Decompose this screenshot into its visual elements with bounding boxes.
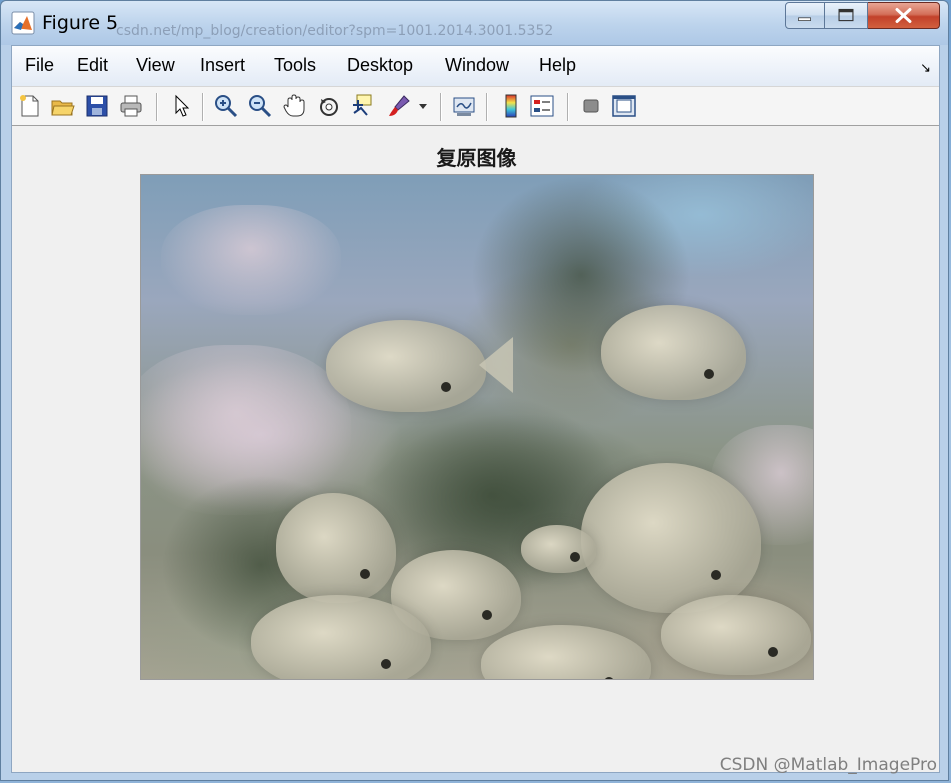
background-url-text: csdn.net/mp_blog/creation/editor?spm=100… [116, 23, 554, 39]
close-button[interactable] [868, 2, 940, 29]
minimize-icon [798, 17, 811, 21]
menu-window[interactable]: Window [445, 55, 509, 76]
title-bar[interactable]: Figure 5 csdn.net/mp_blog/creation/edito… [1, 1, 948, 45]
save-icon[interactable] [84, 93, 110, 119]
figure-window: Figure 5 csdn.net/mp_blog/creation/edito… [0, 0, 949, 781]
print-icon[interactable] [118, 93, 144, 119]
fish [481, 625, 651, 679]
menu-insert[interactable]: Insert [200, 55, 245, 76]
toolbar-separator [567, 93, 568, 121]
toolbar-separator [486, 93, 487, 121]
fish [521, 525, 596, 573]
zoom-out-icon[interactable] [247, 93, 273, 119]
menu-desktop[interactable]: Desktop [347, 55, 413, 76]
restored-image[interactable] [140, 174, 814, 680]
dock-arrow-icon[interactable]: ↘ [920, 60, 931, 76]
coral-rock [161, 205, 341, 315]
brush-dropdown-icon[interactable] [416, 93, 430, 119]
colorbar-icon[interactable] [498, 93, 524, 119]
maximize-button[interactable] [825, 2, 868, 29]
menu-file[interactable]: File [25, 55, 54, 76]
menu-tools[interactable]: Tools [274, 55, 316, 76]
window-title: Figure 5 [42, 12, 119, 34]
matlab-logo-icon [11, 11, 35, 35]
toolbar-separator [440, 93, 441, 121]
close-icon [895, 7, 912, 23]
data-cursor-icon[interactable] [349, 93, 375, 119]
rotate-3d-icon[interactable] [316, 93, 342, 119]
fish [601, 305, 746, 400]
new-figure-icon[interactable] [17, 93, 43, 119]
figure-canvas[interactable]: 复原图像 [12, 126, 939, 772]
show-plot-tools-icon[interactable] [611, 93, 637, 119]
brush-icon[interactable] [386, 93, 412, 119]
menu-edit[interactable]: Edit [77, 55, 108, 76]
csdn-watermark: CSDN @Matlab_ImagePro [719, 755, 937, 775]
menu-help[interactable]: Help [539, 55, 576, 76]
menu-bar: File Edit View Insert Tools Desktop Wind… [12, 46, 939, 86]
figure-client-area: File Edit View Insert Tools Desktop Wind… [11, 45, 940, 773]
toolbar-separator [202, 93, 203, 121]
fish [276, 493, 396, 603]
fish [326, 320, 486, 412]
fish [661, 595, 811, 675]
open-file-icon[interactable] [50, 93, 76, 119]
fish-tail [479, 337, 513, 393]
hide-plot-tools-icon[interactable] [578, 93, 604, 119]
axes-title: 复原图像 [436, 146, 517, 170]
zoom-in-icon[interactable] [213, 93, 239, 119]
menu-view[interactable]: View [136, 55, 175, 76]
pan-hand-icon[interactable] [281, 93, 307, 119]
toolbar-separator [156, 93, 157, 121]
maximize-icon [838, 8, 854, 22]
figure-toolbar [12, 86, 939, 126]
edit-plot-arrow-icon[interactable] [168, 93, 194, 119]
minimize-button[interactable] [785, 2, 825, 29]
legend-icon[interactable] [529, 93, 555, 119]
link-plot-icon[interactable] [451, 93, 477, 119]
